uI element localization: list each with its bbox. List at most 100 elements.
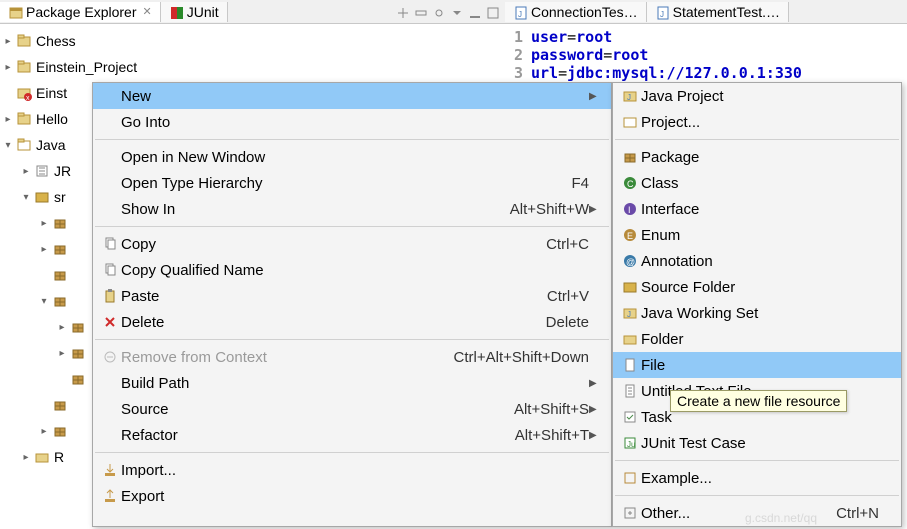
twisty-icon[interactable]: ▸ <box>0 114 16 125</box>
separator <box>615 139 899 140</box>
collapse-icon[interactable] <box>413 5 427 19</box>
submenu-arrow-icon: ▶ <box>589 204 601 215</box>
menu-item-label: JUnit Test Case <box>641 435 863 452</box>
svg-text:J: J <box>627 93 631 102</box>
twisty-icon[interactable]: ▸ <box>36 218 52 229</box>
menu-item-file[interactable]: File <box>613 352 901 378</box>
tree-row[interactable]: ▸ Einstein_Project <box>0 54 505 80</box>
annotation-icon: @ <box>619 253 641 269</box>
package-explorer-icon <box>8 5 22 19</box>
twisty-icon[interactable]: ▸ <box>36 244 52 255</box>
menu-item-go-into[interactable]: Go Into <box>93 109 611 135</box>
menu-item-project[interactable]: Project... <box>613 109 901 135</box>
menu-item-interface[interactable]: IInterface <box>613 196 901 222</box>
menu-item-folder[interactable]: Folder <box>613 326 901 352</box>
tree-label: R <box>54 449 64 465</box>
twisty-icon[interactable]: ▸ <box>54 348 70 359</box>
tree-label: Einstein_Project <box>36 59 137 75</box>
menu-item-open-type-hierarchy[interactable]: Open Type HierarchyF4 <box>93 170 611 196</box>
menu-item-import[interactable]: Import... <box>93 457 611 483</box>
tab-label: Package Explorer <box>26 4 137 20</box>
menu-item-package[interactable]: Package <box>613 144 901 170</box>
menu-item-open-in-new-window[interactable]: Open in New Window <box>93 144 611 170</box>
focus-icon[interactable] <box>431 5 445 19</box>
menu-item-accel: Alt+Shift+W <box>510 201 589 218</box>
menu-item-refactor[interactable]: RefactorAlt+Shift+T▶ <box>93 422 611 448</box>
project-open-icon <box>16 137 32 153</box>
menu-item-copy[interactable]: CopyCtrl+C <box>93 231 611 257</box>
twisty-icon[interactable]: ▸ <box>0 62 16 73</box>
editor-tab-statement[interactable]: J StatementTest.… <box>647 2 789 22</box>
line-number: 3 <box>505 64 531 82</box>
menu-item-new[interactable]: New▶ <box>93 83 611 109</box>
tooltip: Create a new file resource <box>670 390 847 412</box>
menu-item-java-project[interactable]: JJava Project <box>613 83 901 109</box>
new-submenu[interactable]: JJava ProjectProject... PackageCClassIInt… <box>612 82 902 527</box>
twisty-icon[interactable]: ▾ <box>36 296 52 307</box>
menu-item-show-in[interactable]: Show InAlt+Shift+W▶ <box>93 196 611 222</box>
package-icon <box>52 215 68 231</box>
menu-item-delete[interactable]: DeleteDelete <box>93 309 611 335</box>
menu-item-class[interactable]: CClass <box>613 170 901 196</box>
menu-item-label: Open in New Window <box>121 149 573 166</box>
enum-icon: E <box>619 227 641 243</box>
twisty-icon[interactable]: ▸ <box>0 36 16 47</box>
editor-tab-connection[interactable]: J ConnectionTes… <box>505 2 647 22</box>
maximize-icon[interactable] <box>485 5 499 19</box>
project-closed-icon <box>16 111 32 127</box>
package-icon <box>70 345 86 361</box>
twisty-icon[interactable]: ▸ <box>36 426 52 437</box>
twisty-icon[interactable]: ▸ <box>54 322 70 333</box>
twisty-icon[interactable]: ▸ <box>18 166 34 177</box>
menu-item-annotation[interactable]: @Annotation <box>613 248 901 274</box>
package-icon <box>70 371 86 387</box>
junit-case-icon: Ju <box>619 435 641 451</box>
task-icon <box>619 409 641 425</box>
menu-item-java-working-set[interactable]: JJava Working Set <box>613 300 901 326</box>
twisty-icon[interactable]: ▾ <box>18 192 34 203</box>
link-editor-icon[interactable] <box>395 5 409 19</box>
tab-package-explorer[interactable]: Package Explorer ✕ <box>0 2 161 22</box>
jar-lib-icon <box>34 163 50 179</box>
package-icon <box>619 149 641 165</box>
tree-row[interactable]: ▸Chess <box>0 28 505 54</box>
menu-item-paste[interactable]: PasteCtrl+V <box>93 283 611 309</box>
menu-item-accel: Alt+Shift+S <box>514 401 589 418</box>
twisty-icon[interactable]: ▸ <box>18 452 34 463</box>
tree-label: Java <box>36 137 66 153</box>
close-icon[interactable]: ✕ <box>143 5 152 18</box>
menu-item-source-folder[interactable]: Source Folder <box>613 274 901 300</box>
menu-item-copy-qualified-name[interactable]: Copy Qualified Name <box>93 257 611 283</box>
menu-item-build-path[interactable]: Build Path▶ <box>93 370 611 396</box>
menu-item-accel: Delete <box>546 314 589 331</box>
remove-context-icon <box>99 349 121 365</box>
twisty-icon[interactable]: ▾ <box>0 140 16 151</box>
code-line[interactable]: 2password=root <box>505 46 907 64</box>
separator <box>95 139 609 140</box>
menu-item-junit-test-case[interactable]: JuJUnit Test Case <box>613 430 901 456</box>
menu-item-label: Enum <box>641 227 863 244</box>
menu-item-enum[interactable]: EEnum <box>613 222 901 248</box>
svg-text:C: C <box>627 179 634 189</box>
package-icon <box>52 267 68 283</box>
menu-item-label: Folder <box>641 331 863 348</box>
code-line[interactable]: 1user=root <box>505 28 907 46</box>
menu-item-label: Go Into <box>121 114 573 131</box>
java-project-icon: J <box>619 88 641 104</box>
menu-item-accel: Ctrl+C <box>546 236 589 253</box>
minimize-icon[interactable] <box>467 5 481 19</box>
context-menu[interactable]: New▶ Go Into Open in New Window Open Type H… <box>92 82 612 527</box>
project-err-icon: x <box>16 85 32 101</box>
tree-label: Hello <box>36 111 68 127</box>
code-line[interactable]: 3url=jdbc:mysql://127.0.0.1:330 <box>505 64 907 82</box>
svg-text:I: I <box>628 205 631 215</box>
view-menu-icon[interactable] <box>449 5 463 19</box>
tree-label: JR <box>54 163 71 179</box>
tab-junit[interactable]: JUnit <box>161 2 228 22</box>
menu-item-accel: Ctrl+Alt+Shift+Down <box>454 349 589 366</box>
import-icon <box>99 462 121 478</box>
menu-item-label: Copy Qualified Name <box>121 262 573 279</box>
menu-item-export[interactable]: Export <box>93 483 611 509</box>
menu-item-example[interactable]: Example... <box>613 465 901 491</box>
menu-item-source[interactable]: SourceAlt+Shift+S▶ <box>93 396 611 422</box>
